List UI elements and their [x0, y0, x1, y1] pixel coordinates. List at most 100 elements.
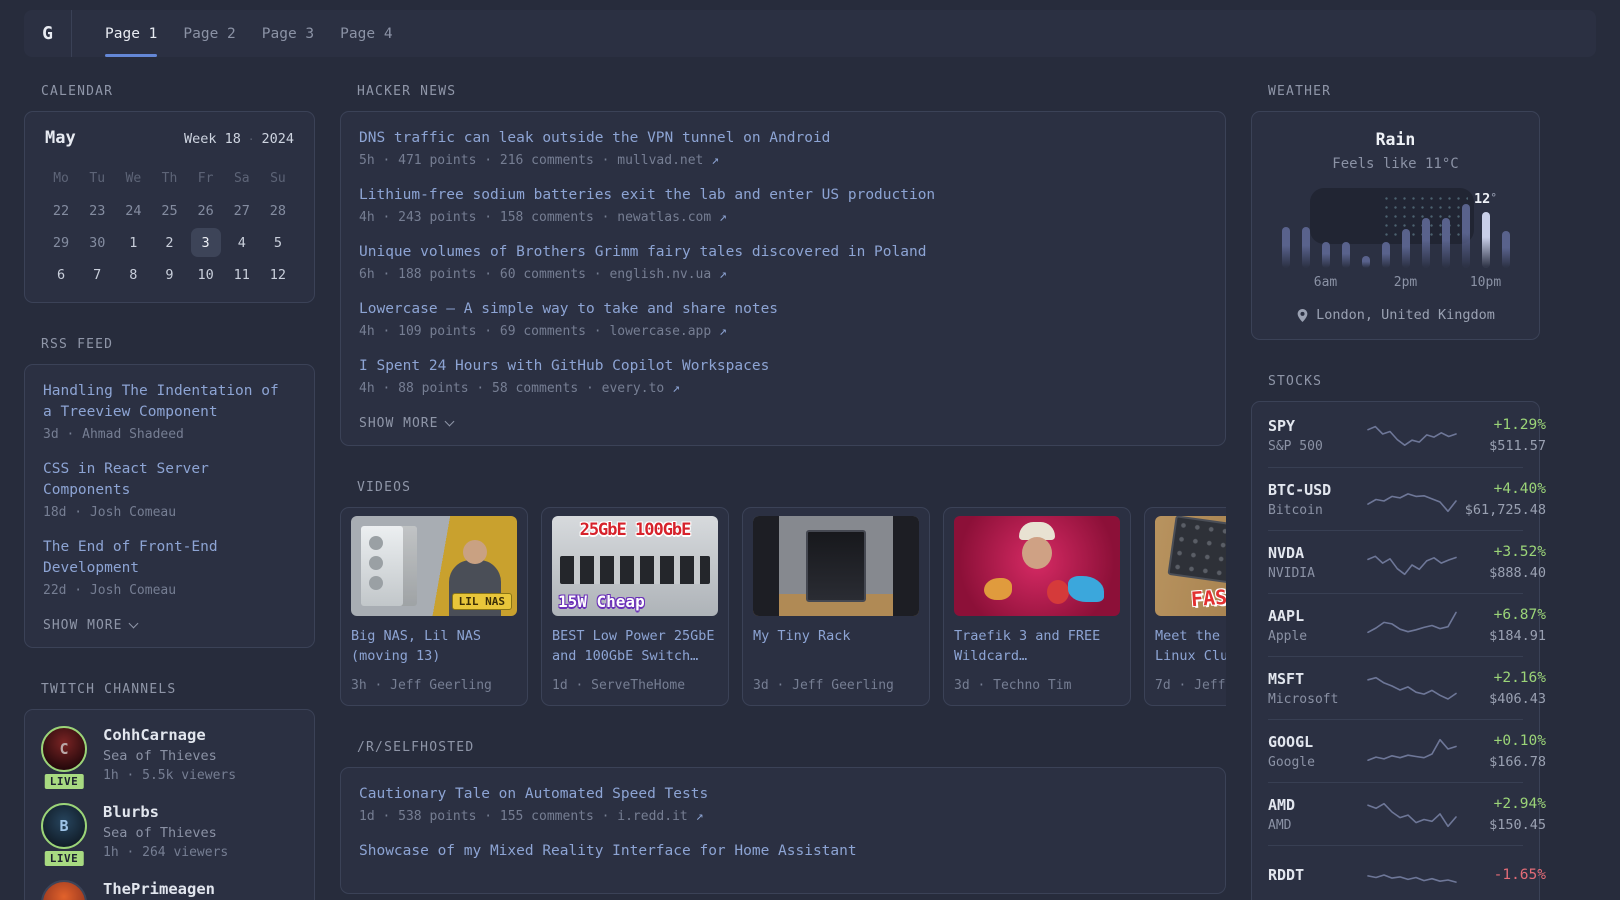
hn-item: Lithium-free sodium batteries exit the l…	[359, 185, 1207, 225]
stock-row-spy[interactable]: SPY S&P 500 +1.29% $511.57	[1268, 404, 1546, 467]
stock-price: $166.78	[1489, 753, 1546, 770]
avatar-image	[41, 880, 87, 900]
video-card-traefik[interactable]: Traefik 3 and FREE Wildcard… 3d · Techno…	[943, 507, 1131, 707]
tab-page-2[interactable]: Page 2	[170, 10, 248, 57]
calendar-weekday: Mo	[53, 171, 69, 186]
tab-page-1[interactable]: Page 1	[92, 10, 170, 57]
video-card-my-tiny-rack[interactable]: My Tiny Rack 3d · Jeff Geerling	[742, 507, 930, 707]
video-card-big-nas[interactable]: LIL NAS Big NAS, Lil NAS (moving 13) 3h …	[340, 507, 528, 707]
stock-change: +2.16%	[1493, 669, 1546, 686]
weather-location: London, United Kingdom	[1268, 307, 1523, 323]
dashboard-page: G Page 1 Page 2 Page 3 Page 4 CALENDAR M…	[0, 0, 1620, 900]
external-link-icon[interactable]: ↗	[711, 153, 719, 168]
stock-row-nvda[interactable]: NVDA NVIDIA +3.52% $888.40	[1268, 530, 1546, 593]
calendar-day: 29	[52, 234, 70, 251]
video-meta: 3h · Jeff Geerling	[351, 678, 492, 694]
hn-item-title[interactable]: I Spent 24 Hours with GitHub Copilot Wor…	[359, 356, 1207, 377]
external-link-icon[interactable]: ↗	[696, 809, 704, 824]
rss-show-more-button[interactable]: SHOW MORE	[43, 618, 296, 633]
calendar-day: 28	[269, 202, 287, 219]
hn-item-title[interactable]: Lowercase – A simple way to take and sha…	[359, 299, 1207, 320]
hn-item-title[interactable]: DNS traffic can leak outside the VPN tun…	[359, 128, 1207, 149]
external-link-icon[interactable]: ↗	[672, 381, 680, 396]
hn-meta-text: 4h · 243 points · 158 comments · newatla…	[359, 210, 712, 226]
hn-item-meta: 4h · 243 points · 158 comments · newatla…	[359, 210, 1207, 225]
tab-page-3[interactable]: Page 3	[249, 10, 327, 57]
stock-symbol: RDDT	[1268, 866, 1305, 884]
calendar-day: 9	[165, 266, 174, 283]
external-link-icon[interactable]: ↗	[719, 267, 727, 282]
video-card-25gbe-switch[interactable]: 25GbE 100GbE 15W Cheap BEST Low Power 25…	[541, 507, 729, 707]
rss-item: The End of Front-End Development 22d · J…	[43, 537, 296, 598]
reddit-item: Cautionary Tale on Automated Speed Tests…	[359, 784, 1207, 824]
rss-widget: RSS FEED Handling The Indentation of a T…	[24, 337, 315, 649]
video-title[interactable]: Traefik 3 and FREE Wildcard…	[954, 626, 1120, 667]
video-card-linux[interactable]: FAS Meet the Linux Clu 7d · Jeff	[1144, 507, 1226, 707]
video-thumbnail[interactable]	[954, 516, 1120, 617]
calendar-day: 6	[56, 266, 66, 283]
videos-widget: VIDEOS LIL NAS Big NAS, Lil NAS (moving …	[340, 480, 1226, 707]
video-title[interactable]: BEST Low Power 25GbE and 100GbE Switch…	[552, 626, 718, 667]
weather-bar	[1416, 190, 1436, 268]
weather-location-text: London, United Kingdom	[1316, 307, 1495, 323]
calendar-day: 27	[233, 202, 250, 219]
reddit-item-meta: 1d · 538 points · 155 comments · i.redd.…	[359, 809, 1207, 824]
page-tabs: Page 1 Page 2 Page 3 Page 4	[92, 10, 406, 57]
stocks-section-label: STOCKS	[1268, 374, 1323, 389]
hn-item-title[interactable]: Unique volumes of Brothers Grimm fairy t…	[359, 242, 1207, 263]
calendar-day: 10	[197, 266, 214, 283]
rss-item-title[interactable]: Handling The Indentation of a Treeview C…	[43, 381, 296, 423]
twitch-channel-blurbs[interactable]: B LIVE Blurbs Sea of Thieves 1h · 264 vi…	[41, 803, 298, 869]
stock-change: +0.10%	[1493, 732, 1546, 749]
external-link-icon[interactable]: ↗	[719, 324, 727, 339]
stock-row-amd[interactable]: AMD AMD +2.94% $150.45	[1268, 782, 1546, 845]
top-nav: G Page 1 Page 2 Page 3 Page 4	[24, 10, 1596, 57]
stock-name: Microsoft	[1268, 691, 1339, 707]
stock-row-rddt[interactable]: RDDT -1.65%	[1268, 845, 1546, 900]
reddit-item-title[interactable]: Cautionary Tale on Automated Speed Tests	[359, 784, 1207, 805]
video-title[interactable]: Meet the Linux Clu	[1155, 626, 1226, 667]
weather-condition: Rain	[1375, 130, 1416, 149]
video-thumbnail[interactable]: LIL NAS	[351, 516, 517, 617]
reddit-item-title[interactable]: Showcase of my Mixed Reality Interface f…	[359, 841, 1207, 862]
hn-item-title[interactable]: Lithium-free sodium batteries exit the l…	[359, 185, 1207, 206]
calendar-day: 5	[273, 234, 282, 251]
stock-row-msft[interactable]: MSFT Microsoft +2.16% $406.43	[1268, 656, 1546, 719]
stocks-widget: STOCKS SPY S&P 500 +1.29% $511.57 BTC-USD B…	[1251, 374, 1546, 900]
app-logo[interactable]: G	[24, 10, 72, 57]
channel-game: Sea of Thieves	[103, 825, 217, 842]
weather-bar: 12°	[1474, 190, 1497, 268]
stock-row-aapl[interactable]: AAPL Apple +6.87% $184.91	[1268, 593, 1546, 656]
stock-price: $888.40	[1489, 564, 1546, 581]
video-thumbnail[interactable]: 25GbE 100GbE 15W Cheap	[552, 516, 718, 617]
video-meta: 7d · Jeff	[1155, 678, 1226, 694]
stock-symbol: NVDA	[1268, 543, 1305, 562]
rss-item-meta: 3d · Ahmad Shadeed	[43, 427, 184, 443]
reddit-meta-text: 1d · 538 points · 155 comments · i.redd.…	[359, 809, 688, 825]
twitch-channel-cohhcarnage[interactable]: C LIVE CohhCarnage Sea of Thieves 1h · 5…	[41, 726, 298, 792]
tab-label: Page 1	[105, 25, 158, 42]
rss-item-title[interactable]: The End of Front-End Development	[43, 537, 296, 579]
hn-show-more-button[interactable]: SHOW MORE	[359, 416, 1207, 431]
videos-row: LIL NAS Big NAS, Lil NAS (moving 13) 3h …	[340, 507, 1226, 707]
weather-temp-label: 12°	[1474, 190, 1497, 207]
videos-section-label: VIDEOS	[357, 480, 412, 496]
external-link-icon[interactable]: ↗	[719, 210, 727, 225]
video-title[interactable]: My Tiny Rack	[753, 626, 919, 667]
hn-item: Lowercase – A simple way to take and sha…	[359, 299, 1207, 339]
tab-page-4[interactable]: Page 4	[327, 10, 405, 57]
video-thumbnail[interactable]: FAS	[1155, 516, 1226, 617]
hn-item: I Spent 24 Hours with GitHub Copilot Wor…	[359, 356, 1207, 396]
calendar-day: 4	[237, 234, 246, 251]
avatar: C LIVE	[41, 726, 87, 792]
weather-feels-like: Feels like 11°C	[1332, 156, 1459, 172]
stock-row-btc-usd[interactable]: BTC-USD Bitcoin +4.40% $61,725.48	[1268, 467, 1546, 530]
stock-symbol: AAPL	[1268, 606, 1305, 625]
rss-item-title[interactable]: CSS in React Server Components	[43, 459, 296, 501]
video-thumbnail[interactable]	[753, 516, 919, 617]
video-title[interactable]: Big NAS, Lil NAS (moving 13)	[351, 626, 517, 667]
show-more-label: SHOW MORE	[359, 416, 439, 432]
video-meta: 3d · Jeff Geerling	[753, 678, 894, 694]
stock-row-googl[interactable]: GOOGL Google +0.10% $166.78	[1268, 719, 1546, 782]
twitch-channel-theprimeagen[interactable]: ThePrimeagen	[41, 880, 298, 900]
